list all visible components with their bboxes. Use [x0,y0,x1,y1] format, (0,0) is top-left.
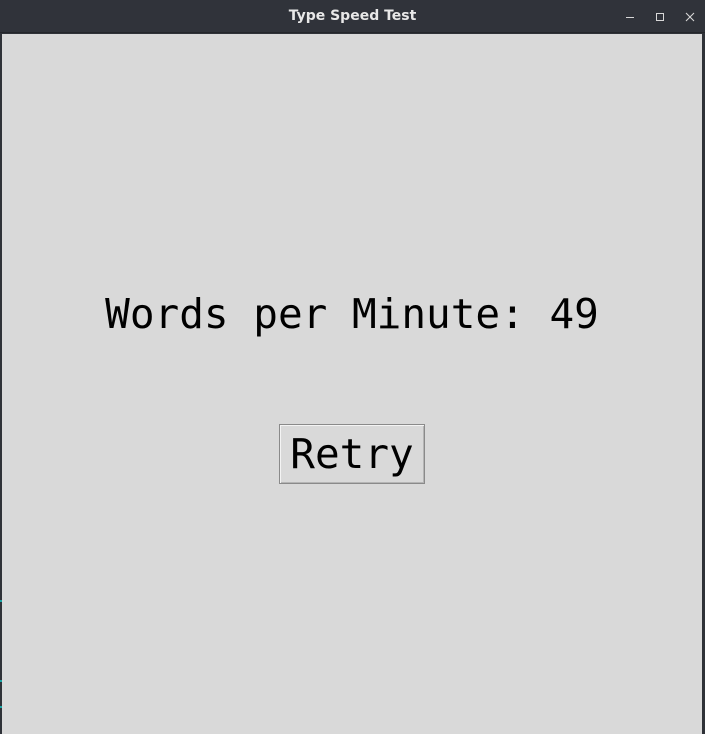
edge-decoration [0,706,2,708]
edge-decoration [0,600,2,602]
minimize-icon [625,12,635,22]
title-bar[interactable]: Type Speed Test [0,0,705,33]
main-content: Words per Minute: 49 Retry [2,34,702,734]
retry-button[interactable]: Retry [279,424,425,484]
edge-decoration [0,680,2,682]
minimize-button[interactable] [615,0,645,33]
wpm-result-label: Words per Minute: 49 [105,290,599,338]
window-title: Type Speed Test [288,8,417,24]
maximize-button[interactable] [645,0,675,33]
close-button[interactable] [675,0,705,33]
app-window: Type Speed Test Words per Minute: 49 Ret… [0,0,705,734]
maximize-icon [655,12,665,22]
close-icon [685,12,695,22]
window-controls [615,0,705,33]
